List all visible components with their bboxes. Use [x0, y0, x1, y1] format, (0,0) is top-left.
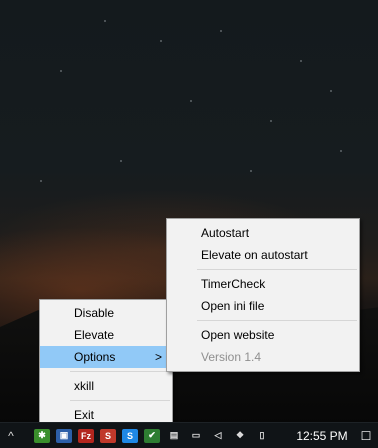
tray-context-menu: Disable Elevate Options > xkill Exit — [39, 299, 173, 429]
menu-separator — [197, 320, 357, 321]
star — [250, 170, 252, 172]
submenu-item-autostart[interactable]: Autostart — [167, 222, 359, 244]
skype-icon[interactable]: S — [122, 428, 138, 443]
menu-item-label: Options — [74, 350, 116, 364]
star — [270, 120, 272, 122]
options-submenu: Autostart Elevate on autostart TimerChec… — [166, 218, 360, 372]
menu-item-label: Elevate on autostart — [201, 248, 308, 262]
submenu-item-open-ini-file[interactable]: Open ini file — [167, 295, 359, 317]
network-app-icon[interactable]: ▣ — [56, 428, 72, 443]
show-hidden-icons-chevron-icon[interactable]: ^ — [0, 428, 22, 444]
star — [300, 60, 302, 62]
menu-item-options[interactable]: Options > — [40, 346, 172, 368]
submenu-item-elevate-on-autostart[interactable]: Elevate on autostart — [167, 244, 359, 266]
dropbox-icon[interactable]: ❖ — [232, 429, 248, 443]
submenu-item-version: Version 1.4 — [167, 346, 359, 368]
star — [104, 20, 106, 22]
star — [330, 90, 332, 92]
taskbar: ^ ✱ ▣ Fz S S ✔ ▤ ▭ ◁ ❖ ▯ 12:55 PM ☐ — [0, 422, 378, 448]
version-label: Version 1.4 — [201, 350, 262, 364]
monitor-icon[interactable]: ▭ — [188, 429, 204, 443]
star — [40, 180, 42, 182]
star — [340, 150, 342, 152]
gpu-icon[interactable]: ▤ — [166, 429, 182, 443]
volume-icon[interactable]: ◁ — [210, 429, 226, 443]
star — [190, 100, 192, 102]
submenu-item-open-website[interactable]: Open website — [167, 324, 359, 346]
menu-separator — [70, 400, 170, 401]
menu-item-disable[interactable]: Disable — [40, 302, 172, 324]
filezilla-icon[interactable]: Fz — [78, 428, 94, 443]
star — [160, 40, 162, 42]
menu-item-elevate[interactable]: Elevate — [40, 324, 172, 346]
star — [220, 30, 222, 32]
menu-item-label: Open website — [201, 328, 275, 342]
menu-item-label: TimerCheck — [201, 277, 266, 291]
system-tray: ✱ ▣ Fz S S ✔ ▤ ▭ ◁ ❖ ▯ — [34, 428, 276, 443]
green-check-icon[interactable]: ✔ — [144, 428, 160, 443]
submenu-arrow-icon: > — [154, 350, 162, 364]
menu-separator — [197, 269, 357, 270]
menu-item-label: xkill — [74, 379, 94, 393]
notifications-icon[interactable]: ☐ — [358, 428, 374, 444]
clock[interactable]: 12:55 PM — [292, 428, 352, 444]
menu-item-label: Exit — [74, 408, 95, 422]
menu-item-label: Open ini file — [201, 299, 265, 313]
red-s-app-icon[interactable]: S — [100, 428, 116, 443]
menu-item-label: Elevate — [74, 328, 115, 342]
menu-item-xkill[interactable]: xkill — [40, 375, 172, 397]
menu-item-label: Disable — [74, 306, 115, 320]
menu-separator — [70, 371, 170, 372]
app-green-icon[interactable]: ✱ — [34, 428, 50, 443]
star — [60, 70, 62, 72]
star — [120, 160, 122, 162]
menu-item-label: Autostart — [201, 226, 250, 240]
submenu-item-timercheck[interactable]: TimerCheck — [167, 273, 359, 295]
battery-icon[interactable]: ▯ — [254, 429, 270, 443]
